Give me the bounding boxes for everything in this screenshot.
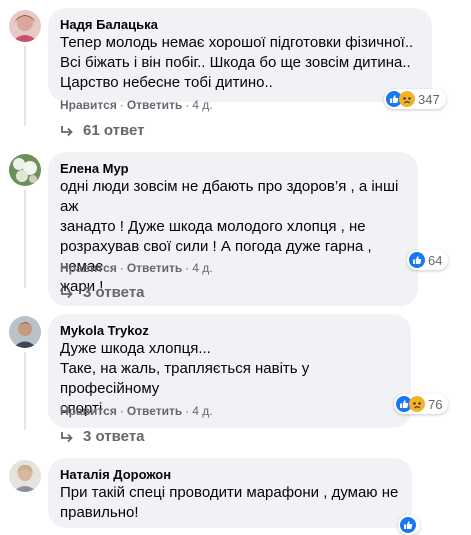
avatar[interactable]: [9, 154, 41, 186]
like-icon: [400, 517, 416, 533]
separator-dot: ·: [119, 404, 124, 418]
reactions-summary[interactable]: [398, 515, 420, 535]
thread-line: [24, 352, 26, 430]
comment-text: Тепер молодь немає хорошої підготовки фі…: [60, 34, 414, 91]
reply-arrow-icon: [60, 125, 83, 137]
avatar[interactable]: [9, 10, 41, 42]
comment-bubble: Надя Балацька Тепер молодь немає хорошої…: [48, 8, 432, 102]
comment-actions: Нравится · Ответить · 4 д.: [60, 260, 213, 276]
comment-timestamp[interactable]: 4 д.: [192, 404, 212, 418]
reply-arrow-icon: [60, 431, 83, 443]
reactions-summary[interactable]: 347: [384, 89, 446, 109]
reaction-count: 76: [428, 396, 443, 412]
replies-count[interactable]: 3 ответа: [83, 283, 145, 303]
comment-author[interactable]: Надя Балацька: [60, 16, 420, 33]
comment-author[interactable]: Елена Мур: [60, 160, 406, 177]
comment-actions: Нравится · Ответить · 4 д.: [60, 97, 213, 113]
separator-dot: ·: [185, 98, 190, 112]
sad-icon: [399, 91, 415, 107]
like-icon: [409, 252, 425, 268]
view-replies-link[interactable]: 3 ответа: [60, 427, 145, 447]
separator-dot: ·: [185, 261, 190, 275]
reactions-summary[interactable]: 76: [394, 394, 448, 414]
thread-line: [24, 46, 26, 126]
reactions-summary[interactable]: 64: [407, 250, 448, 270]
comment-bubble: Наталія Дорожон При такій спеці проводит…: [48, 458, 412, 528]
comment-author[interactable]: Наталія Дорожон: [60, 466, 400, 483]
like-link[interactable]: Нравится: [60, 404, 117, 418]
reply-arrow-icon: [60, 287, 83, 299]
comment-author[interactable]: Mykola Trykoz: [60, 322, 399, 339]
reply-link[interactable]: Ответить: [127, 404, 182, 418]
sad-icon: [409, 396, 425, 412]
reply-link[interactable]: Ответить: [127, 261, 182, 275]
reaction-count: 64: [428, 252, 443, 268]
view-replies-link[interactable]: 3 ответа: [60, 283, 145, 303]
separator-dot: ·: [119, 261, 124, 275]
comment-actions: Нравится · Ответить · 4 д.: [60, 403, 213, 419]
replies-count[interactable]: 61 ответ: [83, 121, 145, 141]
comment-timestamp[interactable]: 4 д.: [192, 98, 212, 112]
reaction-count: 347: [418, 91, 440, 107]
like-link[interactable]: Нравится: [60, 98, 117, 112]
view-replies-link[interactable]: 61 ответ: [60, 121, 145, 141]
comment-timestamp[interactable]: 4 д.: [192, 261, 212, 275]
comment-text: При такій спеці проводити марафони , дум…: [60, 484, 399, 521]
reply-link[interactable]: Ответить: [127, 98, 182, 112]
separator-dot: ·: [119, 98, 124, 112]
thread-line: [24, 190, 26, 288]
separator-dot: ·: [185, 404, 190, 418]
comment-text: одні люди зовсім не дбають про здоров’я …: [60, 178, 399, 295]
like-link[interactable]: Нравится: [60, 261, 117, 275]
replies-count[interactable]: 3 ответа: [83, 427, 145, 447]
avatar[interactable]: [9, 316, 41, 348]
avatar[interactable]: [9, 460, 41, 492]
